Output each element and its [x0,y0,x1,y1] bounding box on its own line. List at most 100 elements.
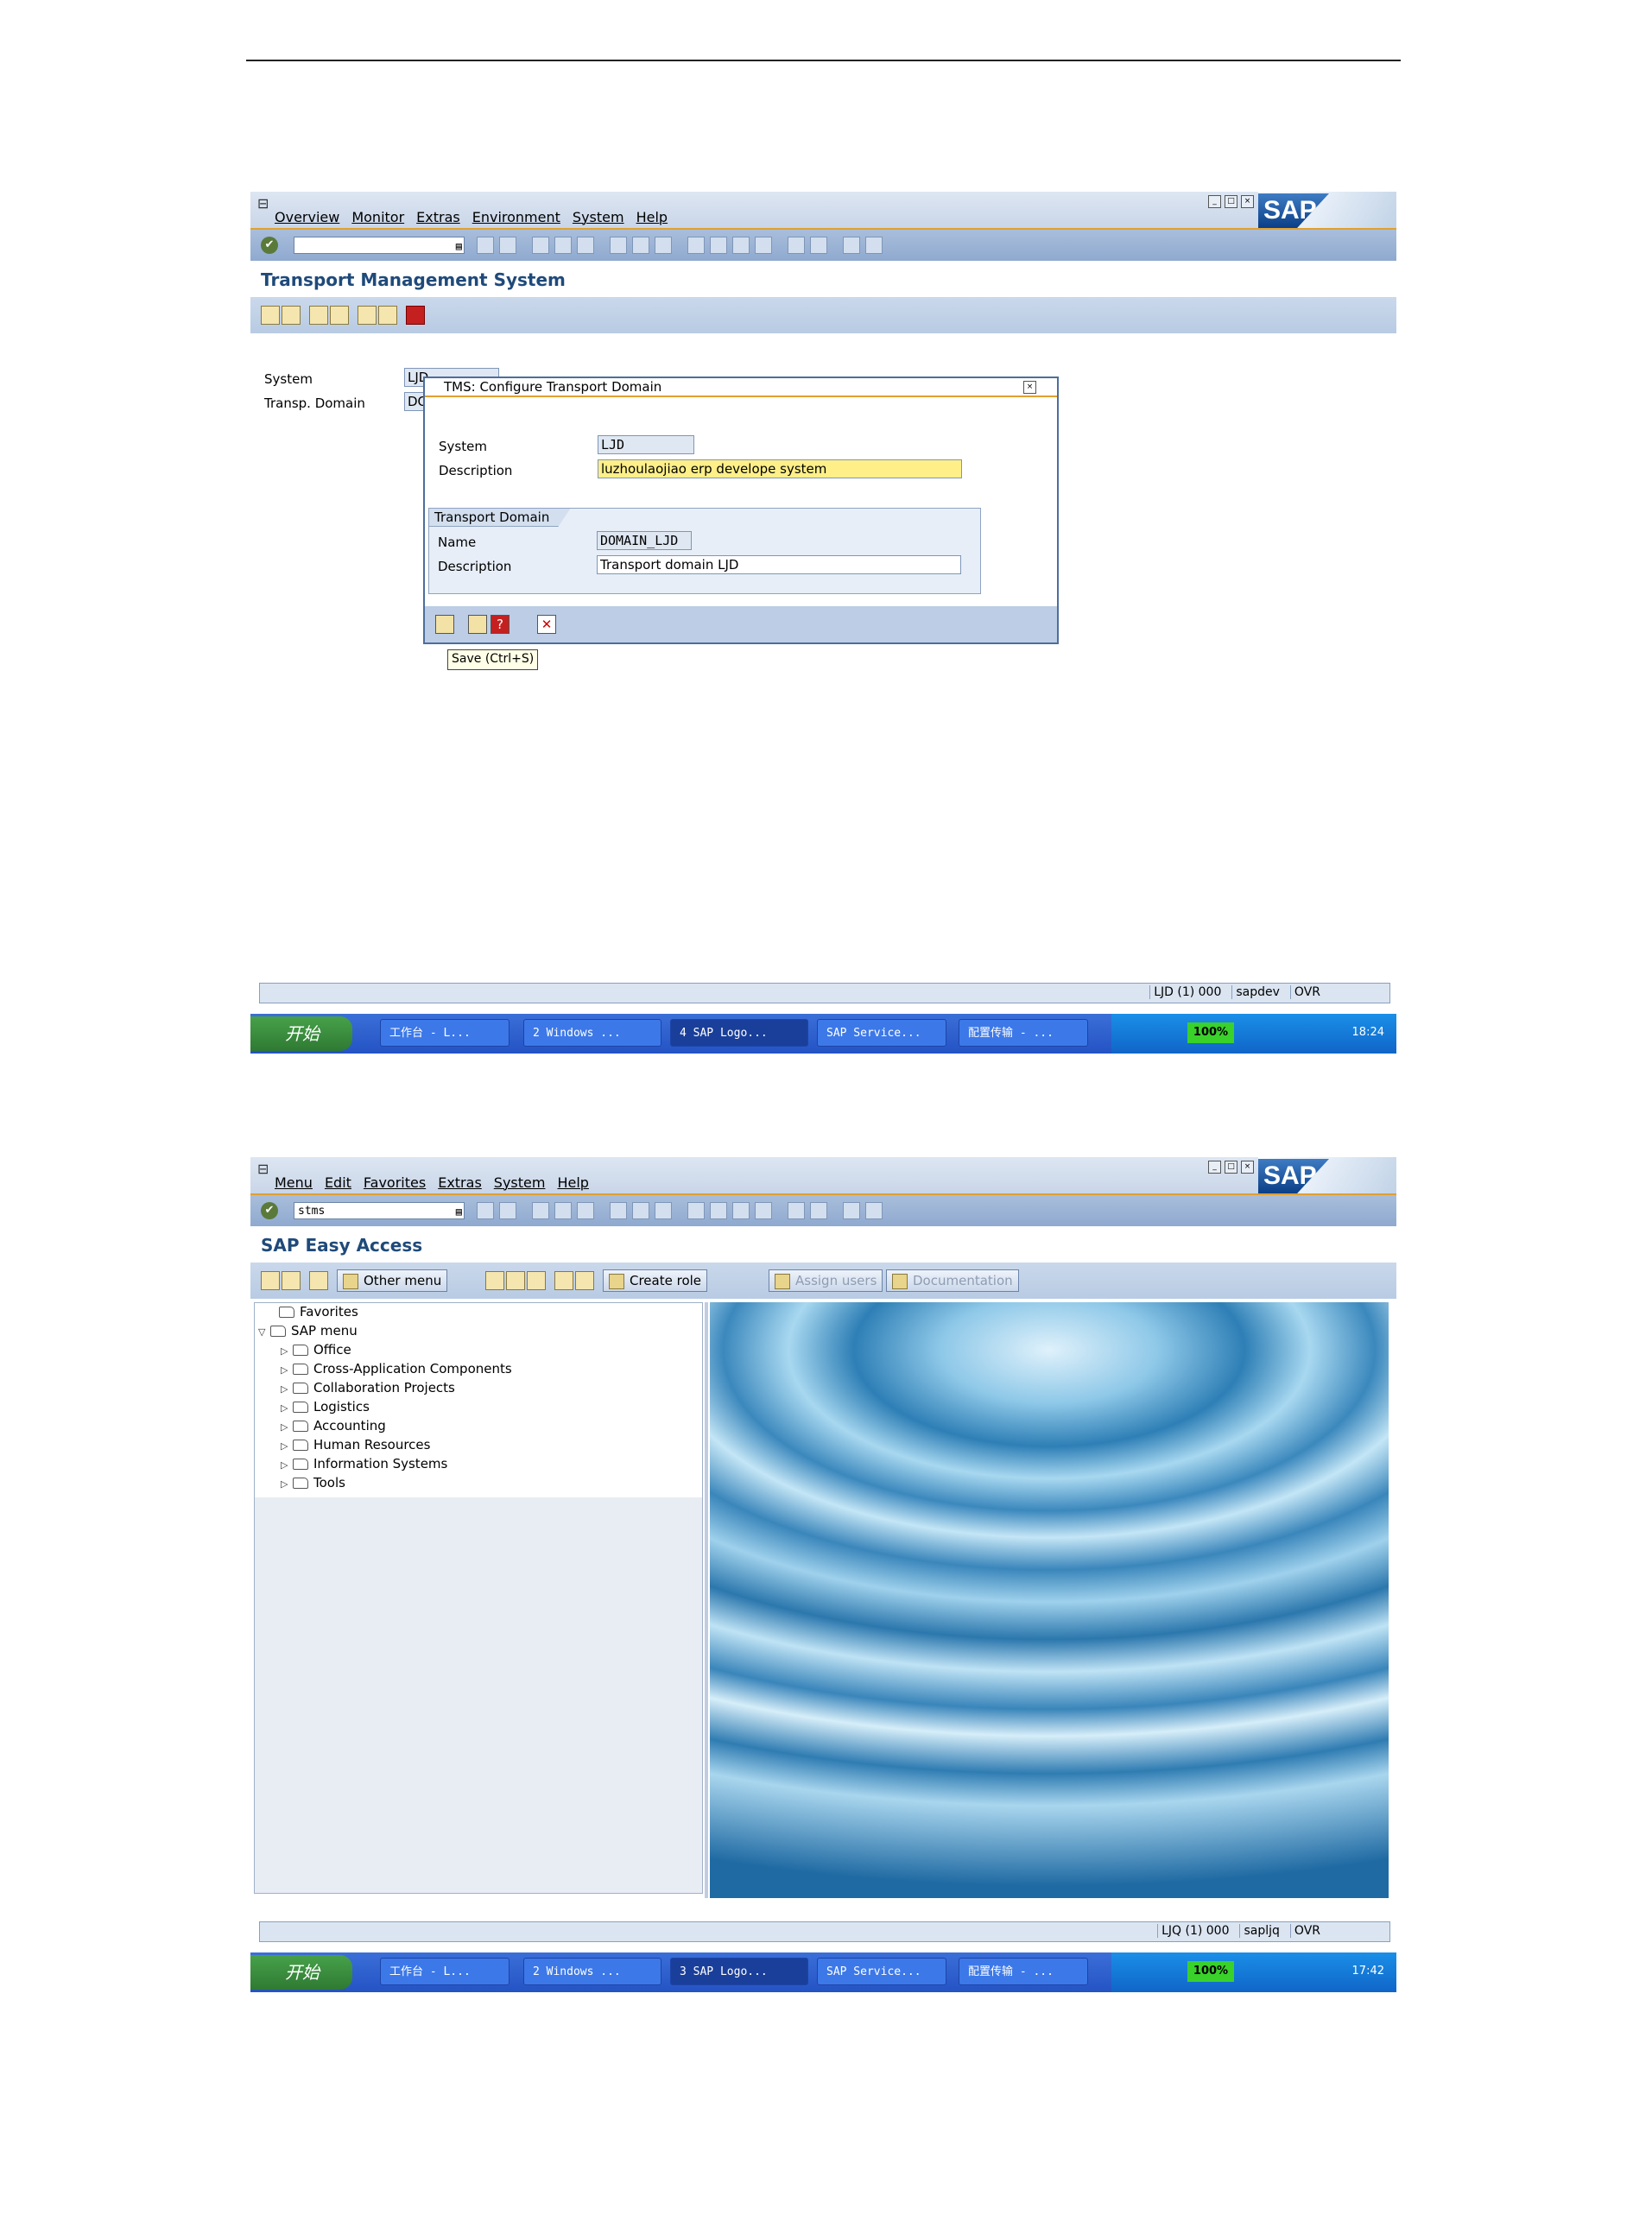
find-icon[interactable] [632,237,649,254]
new-session-icon[interactable] [788,237,805,254]
collapse-triangle-icon[interactable]: ▷ [281,1419,293,1436]
taskbar-button-workbench[interactable]: 工作台 - L... [380,1958,510,1985]
cancel-icon[interactable] [577,1202,594,1219]
exit-icon[interactable] [554,237,572,254]
find-icon[interactable] [632,1202,649,1219]
tree-node-accounting[interactable]: ▷ Accounting [281,1417,386,1434]
save-icon[interactable] [499,237,516,254]
next-page-icon[interactable] [732,237,750,254]
move-down-icon[interactable] [554,1271,573,1290]
first-page-icon[interactable] [687,237,705,254]
change-favorite-icon[interactable] [527,1271,546,1290]
help-red-icon[interactable] [406,306,425,325]
taskbar-button-sap-logon[interactable]: 4 SAP Logo... [670,1019,808,1047]
assign-users-button[interactable]: Assign users [769,1269,883,1292]
sap-menu-icon[interactable] [282,1271,301,1290]
menu-help[interactable]: Help [557,1174,588,1191]
back-nav-icon[interactable] [477,1202,494,1219]
back-nav-icon[interactable] [477,237,494,254]
taskbar-button-config-transport[interactable]: 配置传输 - ... [959,1019,1088,1047]
menu-menu[interactable]: Menu [275,1174,313,1191]
user-menu-icon[interactable] [261,1271,280,1290]
command-history-icon[interactable]: ▤ [456,237,462,255]
tree-node-information-systems[interactable]: ▷ Information Systems [281,1455,447,1472]
print-icon[interactable] [610,237,627,254]
expand-triangle-icon[interactable]: ▽ [258,1324,270,1341]
print-icon[interactable] [610,1202,627,1219]
last-page-icon[interactable] [755,1202,772,1219]
previous-page-icon[interactable] [710,1202,727,1219]
pane-splitter[interactable] [705,1302,708,1898]
refresh-icon[interactable] [282,306,301,325]
taskbar-button-sap-service[interactable]: SAP Service... [817,1019,946,1047]
last-page-icon[interactable] [755,237,772,254]
check-icon[interactable] [358,306,377,325]
back-icon[interactable] [532,237,549,254]
menu-monitor[interactable]: Monitor [351,209,404,225]
menu-system[interactable]: System [573,209,624,225]
details-icon[interactable] [378,306,397,325]
layout-menu-icon[interactable] [865,237,883,254]
close-icon[interactable]: × [1241,1161,1254,1174]
menu-edit[interactable]: Edit [325,1174,351,1191]
previous-page-icon[interactable] [710,237,727,254]
zoom-indicator[interactable]: 100% [1187,1961,1234,1982]
tree-node-sap-menu[interactable]: ▽ SAP menu [258,1322,358,1339]
tree-node-office[interactable]: ▷ Office [281,1341,351,1358]
tree-node-tools[interactable]: ▷ Tools [281,1474,345,1491]
help-icon[interactable]: ? [491,615,510,634]
zoom-indicator[interactable]: 100% [1187,1022,1234,1043]
taskbar-button-sap-service[interactable]: SAP Service... [817,1958,946,1985]
move-up-icon[interactable] [575,1271,594,1290]
command-history-icon[interactable]: ▤ [456,1203,462,1220]
collapse-triangle-icon[interactable]: ▷ [281,1476,293,1493]
menu-extras[interactable]: Extras [438,1174,482,1191]
delete-favorite-icon[interactable] [506,1271,525,1290]
collapse-triangle-icon[interactable]: ▷ [281,1457,293,1474]
tree-node-human-resources[interactable]: ▷ Human Resources [281,1436,430,1453]
collapse-triangle-icon[interactable]: ▷ [281,1362,293,1379]
collapse-triangle-icon[interactable]: ▷ [281,1400,293,1417]
taskbar-button-config-transport[interactable]: 配置传输 - ... [959,1958,1088,1985]
documentation-button[interactable]: Documentation [886,1269,1019,1292]
collapse-triangle-icon[interactable]: ▷ [281,1381,293,1398]
taskbar-button-workbench[interactable]: 工作台 - L... [380,1019,510,1047]
taskbar-button-windows[interactable]: 2 Windows ... [523,1958,661,1985]
distribute-config-icon[interactable] [330,306,349,325]
save-icon[interactable] [499,1202,516,1219]
close-icon[interactable]: × [1241,195,1254,208]
tree-node-logistics[interactable]: ▷ Logistics [281,1398,370,1415]
other-menu-button[interactable]: Other menu [337,1269,448,1292]
create-role-button[interactable]: Create role [603,1269,708,1292]
taskbar-button-windows[interactable]: 2 Windows ... [523,1019,661,1047]
tree-node-collaboration[interactable]: ▷ Collaboration Projects [281,1379,455,1396]
menu-favorites[interactable]: Favorites [364,1174,426,1191]
cancel-icon[interactable]: ✕ [537,615,556,634]
find-next-icon[interactable] [655,1202,672,1219]
new-session-icon[interactable] [788,1202,805,1219]
dialog-close-icon[interactable]: × [1023,381,1036,394]
add-favorite-icon[interactable] [485,1271,504,1290]
maximize-icon[interactable]: □ [1225,195,1237,208]
enter-icon[interactable]: ✔ [261,1202,278,1219]
start-button[interactable]: 开始 [250,1955,352,1990]
copy-icon[interactable] [468,615,487,634]
window-menu-icon[interactable]: ⊟ [257,1161,269,1177]
business-workplace-icon[interactable] [309,1271,328,1290]
find-next-icon[interactable] [655,237,672,254]
dialog-description-field[interactable]: luzhoulaojiao erp develope system [598,459,962,478]
collapse-triangle-icon[interactable]: ▷ [281,1343,293,1360]
taskbar-button-sap-logon[interactable]: 3 SAP Logo... [670,1958,808,1985]
next-page-icon[interactable] [732,1202,750,1219]
save-icon[interactable] [435,615,454,634]
shortcut-icon[interactable] [810,237,827,254]
window-menu-icon[interactable]: ⊟ [257,195,269,212]
enter-icon[interactable]: ✔ [261,237,278,254]
command-field[interactable]: ▤ [294,237,465,254]
minimize-icon[interactable]: _ [1208,1161,1221,1174]
shortcut-icon[interactable] [810,1202,827,1219]
collapse-triangle-icon[interactable]: ▷ [281,1438,293,1455]
help-icon[interactable] [843,237,860,254]
menu-system[interactable]: System [494,1174,546,1191]
domain-description-field[interactable]: Transport domain LJD [597,555,961,574]
